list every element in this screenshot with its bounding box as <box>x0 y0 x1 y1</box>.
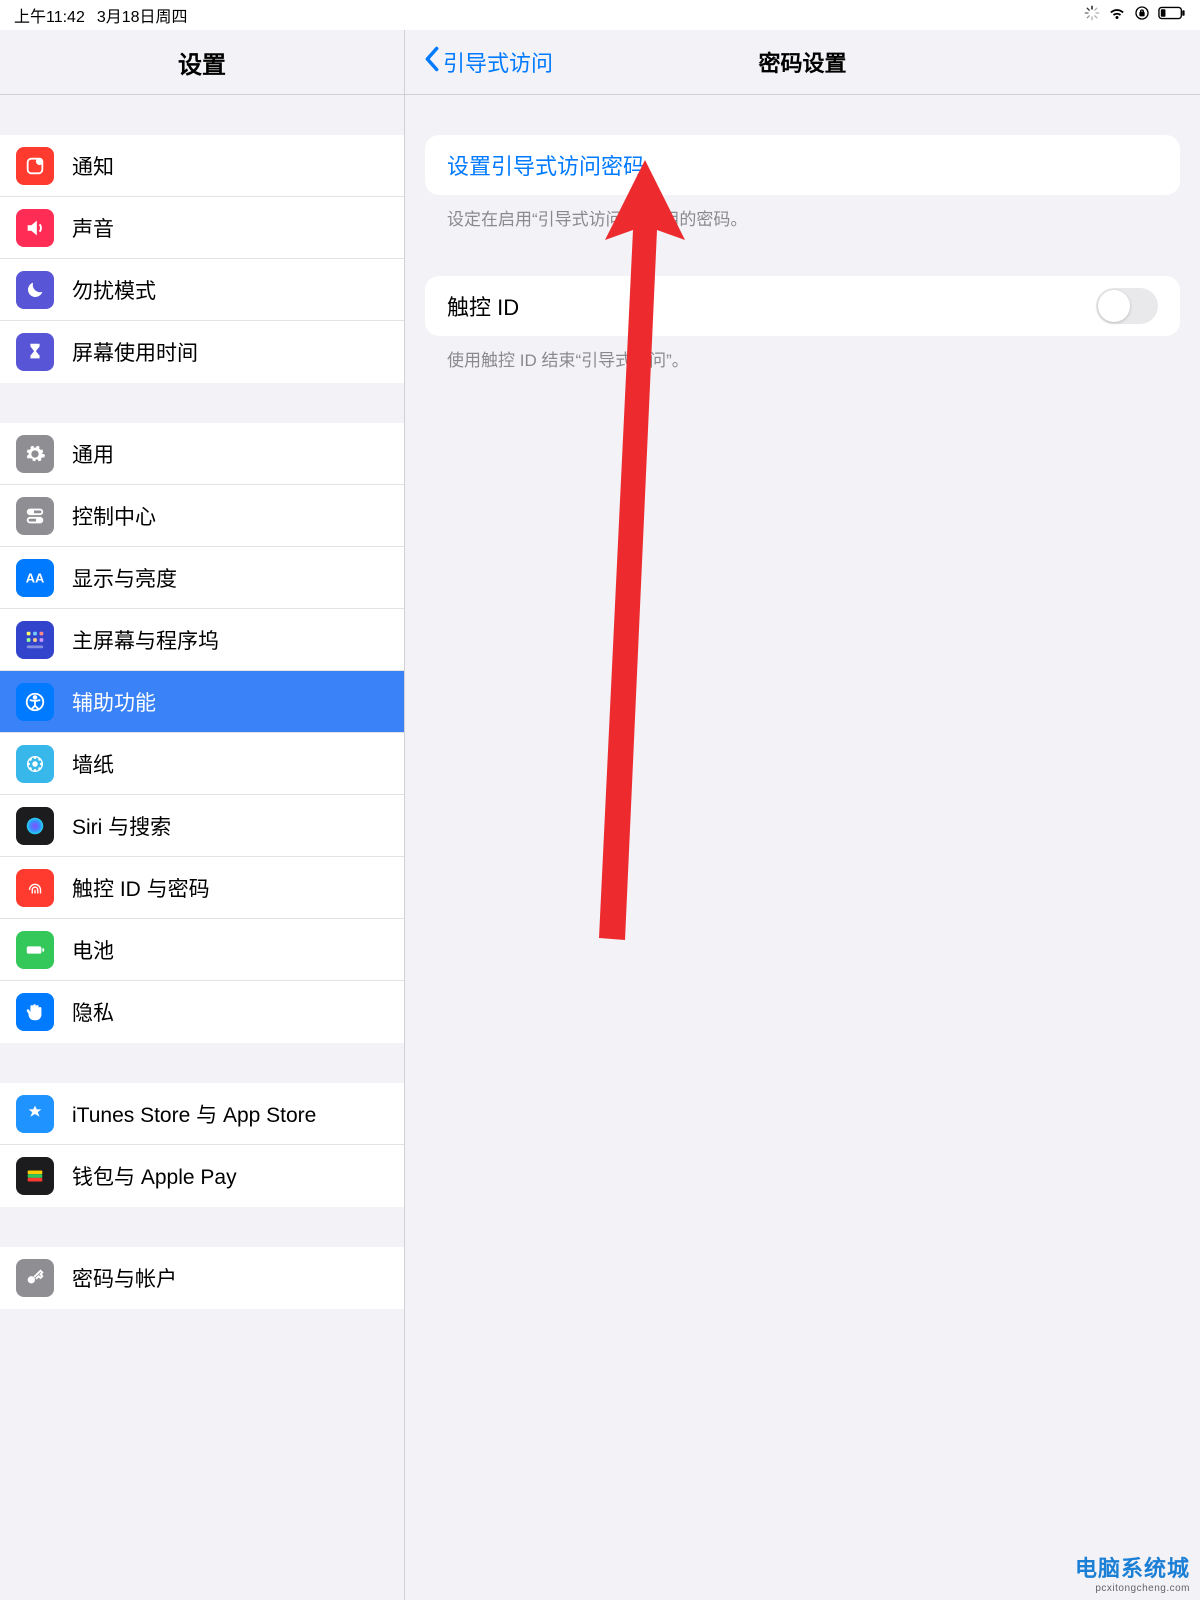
sidebar-item-battery[interactable]: 电池 <box>0 919 404 981</box>
loading-icon <box>1084 5 1100 26</box>
sound-icon <box>16 209 54 247</box>
watermark: 电脑系统城 pcxitongcheng.com <box>1075 1551 1190 1594</box>
status-time: 上午11:42 <box>14 3 85 27</box>
key-icon <box>16 1259 54 1297</box>
chevron-left-icon <box>423 45 441 79</box>
sidebar-item-siri[interactable]: Siri 与搜索 <box>0 795 404 857</box>
hand-icon <box>16 993 54 1031</box>
wifi-icon <box>1108 4 1126 27</box>
passcode-card: 设置引导式访问密码 <box>425 135 1180 195</box>
sidebar-item-label: iTunes Store 与 App Store <box>72 1099 316 1129</box>
moon-icon <box>16 271 54 309</box>
battery-icon <box>1158 6 1186 25</box>
touchid-label: 触控 ID <box>447 290 519 322</box>
sidebar-title: 设置 <box>0 30 404 95</box>
notifications-icon <box>16 147 54 185</box>
sidebar-item-label: 触控 ID 与密码 <box>72 873 210 903</box>
sidebar-item-label: 显示与亮度 <box>72 563 177 593</box>
status-bar: 上午11:42 3月18日周四 <box>0 0 1200 30</box>
wallpaper-icon <box>16 745 54 783</box>
touchid-row[interactable]: 触控 ID <box>425 276 1180 336</box>
sidebar-item-screentime[interactable]: 屏幕使用时间 <box>0 321 404 383</box>
sidebar-item-touchid[interactable]: 触控 ID 与密码 <box>0 857 404 919</box>
sidebar-item-label: 电池 <box>72 935 114 965</box>
sidebar-item-appstore[interactable]: iTunes Store 与 App Store <box>0 1083 404 1145</box>
sidebar-item-label: 墙纸 <box>72 749 114 779</box>
sidebar-item-label: Siri 与搜索 <box>72 811 171 841</box>
sidebar-item-notifications[interactable]: 通知 <box>0 135 404 197</box>
touchid-caption: 使用触控 ID 结束“引导式访问”。 <box>425 336 1180 371</box>
aa-icon: AA <box>16 559 54 597</box>
watermark-title: 电脑系统城 <box>1075 1551 1190 1583</box>
accessibility-icon <box>16 683 54 721</box>
sidebar-item-label: 密码与帐户 <box>72 1263 177 1293</box>
sidebar-item-homescreen[interactable]: 主屏幕与程序坞 <box>0 609 404 671</box>
sidebar-item-sound[interactable]: 声音 <box>0 197 404 259</box>
orientation-lock-icon <box>1134 5 1150 26</box>
sidebar-item-label: 隐私 <box>72 997 114 1027</box>
sidebar-item-passwords[interactable]: 密码与帐户 <box>0 1247 404 1309</box>
sidebar-item-label: 通知 <box>72 151 114 181</box>
gear-icon <box>16 435 54 473</box>
sidebar-section: 密码与帐户 <box>0 1247 404 1309</box>
battery-icon <box>16 931 54 969</box>
set-guided-access-passcode[interactable]: 设置引导式访问密码 <box>425 135 1180 195</box>
sidebar-item-dnd[interactable]: 勿扰模式 <box>0 259 404 321</box>
settings-sidebar[interactable]: 设置 通知 声音 勿扰模式 <box>0 30 405 1600</box>
sidebar-section: 通用 控制中心 AA 显示与亮度 主屏幕与程序坞 <box>0 423 404 1043</box>
sidebar-item-label: 辅助功能 <box>72 687 156 717</box>
touchid-toggle[interactable] <box>1096 288 1158 324</box>
status-date: 3月18日周四 <box>97 3 188 27</box>
sidebar-item-privacy[interactable]: 隐私 <box>0 981 404 1043</box>
watermark-url: pcxitongcheng.com <box>1075 1583 1190 1594</box>
sidebar-item-display[interactable]: AA 显示与亮度 <box>0 547 404 609</box>
wallet-icon <box>16 1157 54 1195</box>
sidebar-item-label: 屏幕使用时间 <box>72 337 198 367</box>
appstore-icon <box>16 1095 54 1133</box>
sidebar-item-label: 控制中心 <box>72 501 156 531</box>
sidebar-section: 通知 声音 勿扰模式 屏幕使用时间 <box>0 135 404 383</box>
switches-icon <box>16 497 54 535</box>
sidebar-section: iTunes Store 与 App Store 钱包与 Apple Pay <box>0 1083 404 1207</box>
sidebar-item-label: 勿扰模式 <box>72 275 156 305</box>
sidebar-item-control-center[interactable]: 控制中心 <box>0 485 404 547</box>
siri-icon <box>16 807 54 845</box>
svg-text:AA: AA <box>26 570 45 585</box>
back-label: 引导式访问 <box>443 46 553 78</box>
detail-header: 引导式访问 密码设置 <box>405 30 1200 95</box>
sidebar-item-accessibility[interactable]: 辅助功能 <box>0 671 404 733</box>
touchid-icon <box>16 869 54 907</box>
sidebar-item-label: 主屏幕与程序坞 <box>72 625 219 655</box>
sidebar-item-wallet[interactable]: 钱包与 Apple Pay <box>0 1145 404 1207</box>
touchid-card: 触控 ID <box>425 276 1180 336</box>
sidebar-item-wallpaper[interactable]: 墙纸 <box>0 733 404 795</box>
sidebar-item-label: 通用 <box>72 439 114 469</box>
hourglass-icon <box>16 333 54 371</box>
sidebar-item-label: 声音 <box>72 213 114 243</box>
set-passcode-caption: 设定在启用“引导式访问”时使用的密码。 <box>425 195 1180 230</box>
back-button[interactable]: 引导式访问 <box>423 45 553 79</box>
sidebar-item-label: 钱包与 Apple Pay <box>72 1161 237 1191</box>
sidebar-item-general[interactable]: 通用 <box>0 423 404 485</box>
set-passcode-label: 设置引导式访问密码 <box>447 149 645 181</box>
detail-pane: 引导式访问 密码设置 设置引导式访问密码 设定在启用“引导式访问”时使用的密码。… <box>405 30 1200 1600</box>
grid-icon <box>16 621 54 659</box>
